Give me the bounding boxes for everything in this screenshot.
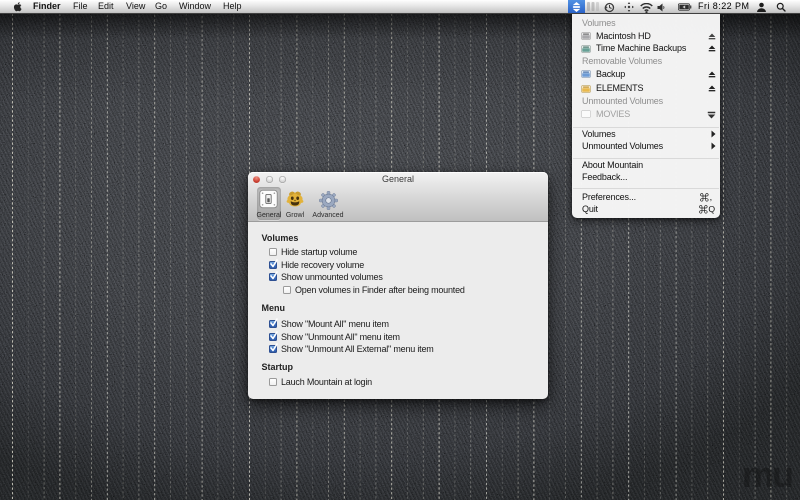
svg-text:Q: Q <box>708 205 715 214</box>
svg-text:,: , <box>710 193 713 202</box>
svg-text:mu: mu <box>742 454 792 495</box>
